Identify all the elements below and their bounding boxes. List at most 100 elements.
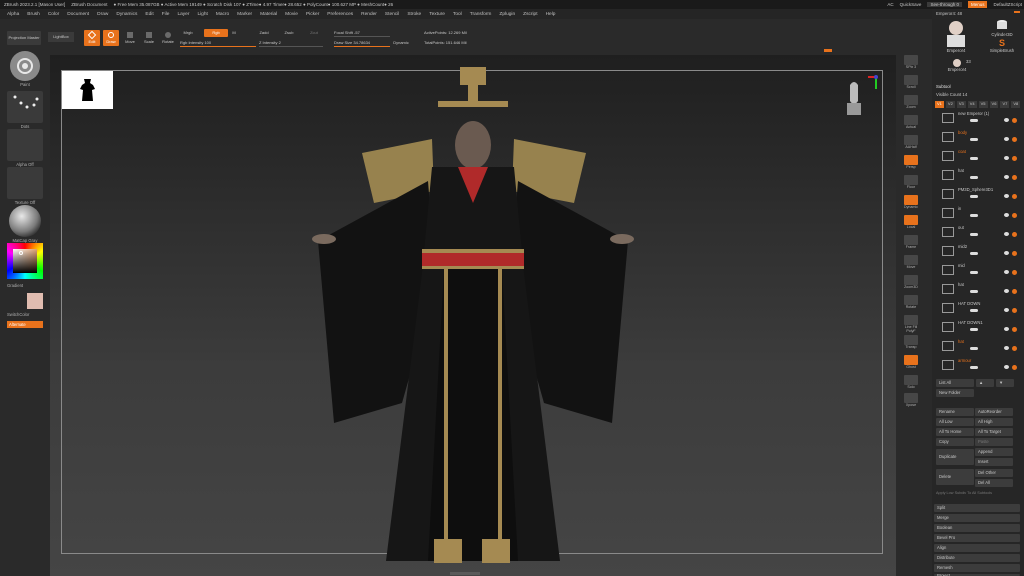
subtool-settings-gear-icon[interactable]	[1012, 346, 1017, 351]
subtool-row[interactable]: hat	[932, 337, 1024, 355]
menu-movie[interactable]: Movie	[285, 12, 298, 17]
subtool-toggle-icon[interactable]	[970, 271, 978, 274]
menu-material[interactable]: Material	[260, 12, 277, 17]
visibility-eye-icon[interactable]	[1004, 308, 1009, 312]
subtool-toggle-icon[interactable]	[970, 309, 978, 312]
shelf-frame-button[interactable]: Frame	[900, 235, 922, 252]
z-intensity-slider[interactable]: Z Intensity 2	[259, 39, 323, 47]
subtool-settings-gear-icon[interactable]	[1012, 156, 1017, 161]
alpha-selector[interactable]: Alpha Off	[7, 129, 43, 167]
move-button[interactable]: Move	[122, 30, 138, 46]
shelf-zoom3d-button[interactable]: Zoom3D	[900, 275, 922, 292]
version-tab-v2[interactable]: V2	[945, 101, 955, 108]
menu-document[interactable]: Document	[67, 12, 89, 17]
orientation-gizmo[interactable]	[840, 75, 880, 119]
shelf-transp-button[interactable]: Transp	[900, 335, 922, 352]
subtool-row[interactable]: HAT DOWN	[932, 299, 1024, 317]
shelf-dynamic-button[interactable]: Dynamic	[900, 195, 922, 212]
menu-render[interactable]: Render	[361, 12, 377, 17]
subtool-toggle-icon[interactable]	[970, 195, 978, 198]
delete-button[interactable]: Delete	[936, 469, 974, 485]
menu-preferences[interactable]: Preferences	[327, 12, 353, 17]
menu-help[interactable]: Help	[546, 12, 556, 17]
subtool-header[interactable]: Subtool	[936, 84, 951, 89]
focal-shift-slider[interactable]: Focal Shift -57	[334, 29, 390, 37]
append-button[interactable]: Append	[975, 448, 1013, 456]
subtool-toggle-icon[interactable]	[970, 119, 978, 122]
shelf-floor-button[interactable]: Floor	[900, 175, 922, 192]
texture-selector[interactable]: Texture Off	[7, 167, 43, 205]
tool-thumbnail-simplebrush[interactable]: S SimpleBrush	[982, 39, 1022, 57]
zadd-button[interactable]: Zadd	[257, 29, 271, 37]
m-button[interactable]: M	[230, 29, 238, 37]
visibility-eye-icon[interactable]	[1004, 194, 1009, 198]
canvas-viewport[interactable]	[50, 55, 896, 576]
align-button[interactable]: Align	[934, 544, 1020, 552]
paste-button[interactable]: Paste	[975, 438, 1013, 446]
close-tool-icon[interactable]	[1014, 11, 1020, 13]
subtool-settings-gear-icon[interactable]	[1012, 327, 1017, 332]
visibility-eye-icon[interactable]	[1004, 251, 1009, 255]
menu-picker[interactable]: Picker	[306, 12, 319, 17]
remesh-button[interactable]: Remesh	[934, 564, 1020, 572]
shelf-aahalf-button[interactable]: AAHalf	[900, 135, 922, 152]
draw-size-slider[interactable]: Draw Size 34.78634	[334, 39, 390, 47]
visibility-eye-icon[interactable]	[1004, 175, 1009, 179]
defaultzscript-button[interactable]: DefaultZScript	[993, 2, 1022, 7]
merge-button[interactable]: Merge	[934, 514, 1020, 522]
insert-button[interactable]: Insert	[975, 458, 1013, 466]
menu-file[interactable]: File	[162, 12, 170, 17]
subtool-row[interactable]: coat	[932, 147, 1024, 165]
shelf-move-button[interactable]: Move	[900, 255, 922, 272]
switchcolor-button[interactable]: SwitchColor	[7, 312, 43, 317]
visibility-eye-icon[interactable]	[1004, 365, 1009, 369]
del-other-button[interactable]: Del Other	[975, 469, 1013, 477]
stroke-selector[interactable]: Dots	[7, 91, 43, 129]
emperor-model[interactable]	[310, 63, 650, 576]
shelf-scroll-button[interactable]: Scroll	[900, 75, 922, 92]
subtool-settings-gear-icon[interactable]	[1012, 365, 1017, 370]
menu-layer[interactable]: Layer	[177, 12, 189, 17]
visibility-eye-icon[interactable]	[1004, 346, 1009, 350]
projection-master-button[interactable]: Projection Master	[7, 31, 41, 45]
navigation-thumbnail[interactable]	[62, 71, 113, 109]
subtool-row[interactable]: body	[932, 128, 1024, 146]
move-down-arrow-icon[interactable]: ▼	[996, 379, 1014, 387]
shelf-solo-button[interactable]: Solo	[900, 375, 922, 392]
rgb-button[interactable]: Rgb	[204, 29, 228, 37]
seethrough-slider[interactable]: See-through 0	[927, 2, 962, 7]
subtool-toggle-icon[interactable]	[970, 214, 978, 217]
subtool-toggle-icon[interactable]	[970, 252, 978, 255]
subtool-row[interactable]: HAT DOWN1	[932, 318, 1024, 336]
visibility-eye-icon[interactable]	[1004, 137, 1009, 141]
visibility-eye-icon[interactable]	[1004, 232, 1009, 236]
lightbox-button[interactable]: LightBox	[48, 32, 74, 42]
shelf-zoom-button[interactable]: Zoom	[900, 95, 922, 112]
distribute-button[interactable]: Distribute	[934, 554, 1020, 562]
shelf-spix-3-button[interactable]: SPix 3	[900, 55, 922, 72]
visibility-eye-icon[interactable]	[1004, 213, 1009, 217]
shelf-xpose-button[interactable]: Xpose	[900, 393, 922, 410]
subtool-settings-gear-icon[interactable]	[1012, 289, 1017, 294]
visible-count-slider[interactable]: Visible Count 14	[936, 92, 1020, 97]
mrgb-button[interactable]: Mrgb	[180, 29, 196, 37]
viewport-scroll-indicator[interactable]	[450, 572, 480, 575]
subtool-toggle-icon[interactable]	[970, 290, 978, 293]
menu-edit[interactable]: Edit	[145, 12, 153, 17]
subtool-settings-gear-icon[interactable]	[1012, 251, 1017, 256]
subtool-row[interactable]: new Emperor (1)	[932, 109, 1024, 127]
version-tab-v4[interactable]: V4	[967, 101, 977, 108]
subtool-row[interactable]: armour	[932, 356, 1024, 374]
rename-button[interactable]: Rename	[936, 408, 974, 416]
subtool-settings-gear-icon[interactable]	[1012, 194, 1017, 199]
menu-transform[interactable]: Transform	[470, 12, 492, 17]
color-picker-square[interactable]	[7, 243, 43, 279]
quicksave-button[interactable]: QuickSave	[900, 2, 922, 7]
rgb-intensity-slider[interactable]: Rgb Intensity 100	[180, 39, 256, 47]
menus-button[interactable]: Menus	[967, 1, 988, 8]
subtool-settings-gear-icon[interactable]	[1012, 308, 1017, 313]
subtool-settings-gear-icon[interactable]	[1012, 213, 1017, 218]
version-tab-v5[interactable]: V5	[978, 101, 988, 108]
shelf-actual-button[interactable]: Actual	[900, 115, 922, 132]
subtool-row[interactable]: PM3D_Sphere3D1	[932, 185, 1024, 203]
